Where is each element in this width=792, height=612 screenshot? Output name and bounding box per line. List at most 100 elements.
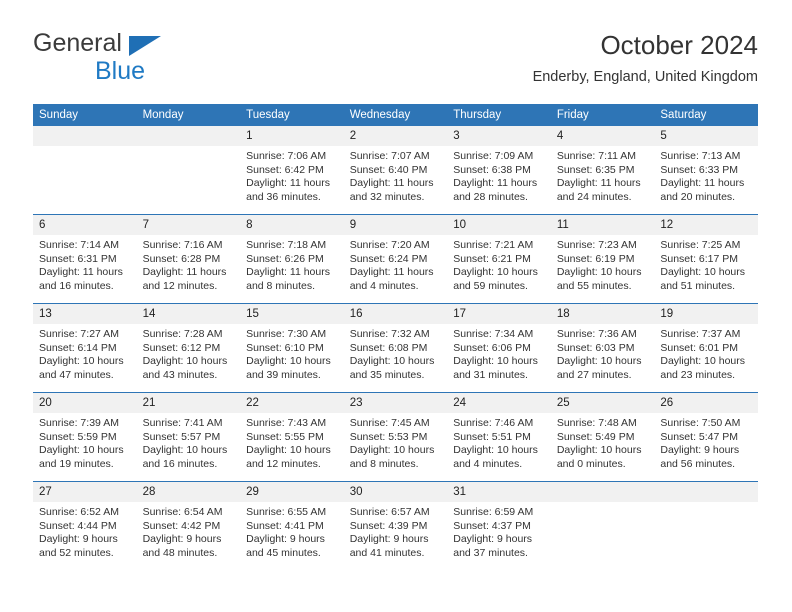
- calendar-day-cell[interactable]: 3 Sunrise: 7:09 AM Sunset: 6:38 PM Daylight…: [447, 126, 551, 215]
- calendar-day-cell-empty: [33, 126, 137, 215]
- calendar-header-row: Sunday Monday Tuesday Wednesday Thursday…: [33, 104, 758, 126]
- day-number: 1: [240, 126, 344, 146]
- day-details: Sunrise: 7:25 AM Sunset: 6:17 PM Daylight:…: [654, 235, 758, 293]
- day-details: Sunrise: 7:21 AM Sunset: 6:21 PM Daylight:…: [447, 235, 551, 293]
- brand-logo-row-top: General: [33, 28, 263, 58]
- calendar-day-cell[interactable]: 27 Sunrise: 6:52 AM Sunset: 4:44 PM Dayligh…: [33, 481, 137, 570]
- calendar-day-cell[interactable]: 30 Sunrise: 6:57 AM Sunset: 4:39 PM Dayligh…: [343, 481, 448, 570]
- daylight-text-line1: Daylight: 10 hours: [453, 355, 538, 368]
- day-number: 2: [343, 126, 448, 146]
- day-number: 11: [550, 215, 655, 235]
- calendar-day-cell[interactable]: 23 Sunrise: 7:45 AM Sunset: 5:53 PM Dayligh…: [343, 392, 448, 482]
- sunset-text: Sunset: 4:37 PM: [453, 519, 531, 532]
- calendar-day-cell[interactable]: 9 Sunrise: 7:20 AM Sunset: 6:24 PM Daylight…: [343, 214, 448, 304]
- sunrise-text: Sunrise: 7:30 AM: [246, 328, 327, 340]
- day-details: Sunrise: 7:13 AM Sunset: 6:33 PM Daylight:…: [654, 146, 758, 204]
- calendar-page: General Blue October 2024 Enderby, Engla…: [0, 0, 792, 612]
- sunset-text: Sunset: 6:33 PM: [660, 163, 739, 176]
- sunrise-text: Sunrise: 6:52 AM: [39, 506, 119, 518]
- calendar-day-cell[interactable]: 6 Sunrise: 7:14 AM Sunset: 6:31 PM Daylight…: [33, 214, 137, 304]
- calendar-day-cell[interactable]: 21 Sunrise: 7:41 AM Sunset: 5:57 PM Dayligh…: [136, 392, 241, 482]
- day-number: 16: [343, 304, 448, 324]
- sunrise-text: Sunrise: 7:28 AM: [142, 328, 223, 340]
- day-number: 5: [654, 126, 758, 146]
- calendar-day-cell[interactable]: 20 Sunrise: 7:39 AM Sunset: 5:59 PM Dayligh…: [33, 392, 137, 482]
- sunrise-text: Sunrise: 7:43 AM: [246, 417, 327, 429]
- day-details: Sunrise: 7:48 AM Sunset: 5:49 PM Daylight:…: [551, 413, 655, 471]
- calendar-day-cell[interactable]: 5 Sunrise: 7:13 AM Sunset: 6:33 PM Daylight…: [654, 126, 758, 215]
- calendar-day-cell[interactable]: 17 Sunrise: 7:34 AM Sunset: 6:06 PM Dayligh…: [447, 303, 551, 393]
- sunset-text: Sunset: 6:01 PM: [660, 341, 739, 354]
- calendar-week-row: 13 Sunrise: 7:27 AM Sunset: 6:14 PM Dayligh…: [33, 303, 758, 393]
- daylight-text-line1: Daylight: 11 hours: [246, 266, 330, 279]
- calendar-day-cell[interactable]: 10 Sunrise: 7:21 AM Sunset: 6:21 PM Dayligh…: [447, 214, 551, 304]
- daylight-text-line2: and 43 minutes.: [142, 368, 218, 381]
- calendar-day-cell[interactable]: 13 Sunrise: 7:27 AM Sunset: 6:14 PM Dayligh…: [33, 303, 137, 393]
- weekday-header-sunday: Sunday: [33, 104, 137, 126]
- calendar-day-cell[interactable]: 12 Sunrise: 7:25 AM Sunset: 6:17 PM Dayligh…: [654, 214, 758, 304]
- day-number: 25: [550, 393, 655, 413]
- day-number: 8: [240, 215, 344, 235]
- day-details: Sunrise: 7:36 AM Sunset: 6:03 PM Daylight:…: [551, 324, 655, 382]
- sunrise-text: Sunrise: 7:20 AM: [349, 239, 430, 251]
- brand-logo[interactable]: General Blue: [33, 28, 263, 90]
- day-number: [136, 126, 241, 146]
- calendar-day-cell[interactable]: 1 Sunrise: 7:06 AM Sunset: 6:42 PM Daylight…: [240, 126, 344, 215]
- sunset-text: Sunset: 5:55 PM: [246, 430, 324, 443]
- weekday-header-thursday: Thursday: [447, 104, 551, 126]
- sunrise-text: Sunrise: 6:57 AM: [349, 506, 430, 518]
- day-number: 6: [33, 215, 137, 235]
- calendar-day-cell[interactable]: 16 Sunrise: 7:32 AM Sunset: 6:08 PM Dayligh…: [343, 303, 448, 393]
- calendar-day-cell[interactable]: 7 Sunrise: 7:16 AM Sunset: 6:28 PM Daylight…: [136, 214, 241, 304]
- day-number: 10: [447, 215, 551, 235]
- daylight-text-line2: and 31 minutes.: [453, 368, 528, 381]
- calendar-day-cell[interactable]: 11 Sunrise: 7:23 AM Sunset: 6:19 PM Dayligh…: [550, 214, 655, 304]
- daylight-text-line1: Daylight: 10 hours: [556, 355, 642, 368]
- calendar-day-cell[interactable]: 2 Sunrise: 7:07 AM Sunset: 6:40 PM Daylight…: [343, 126, 448, 215]
- daylight-text-line2: and 12 minutes.: [142, 279, 218, 292]
- day-details: Sunrise: 7:30 AM Sunset: 6:10 PM Daylight:…: [240, 324, 344, 382]
- calendar-day-cell[interactable]: 4 Sunrise: 7:11 AM Sunset: 6:35 PM Daylight…: [550, 126, 655, 215]
- daylight-text-line2: and 4 minutes.: [349, 279, 419, 292]
- sunrise-text: Sunrise: 7:41 AM: [142, 417, 223, 429]
- daylight-text-line2: and 39 minutes.: [246, 368, 321, 381]
- calendar-day-cell[interactable]: 22 Sunrise: 7:43 AM Sunset: 5:55 PM Dayligh…: [240, 392, 344, 482]
- day-details: Sunrise: 7:20 AM Sunset: 6:24 PM Daylight:…: [344, 235, 448, 293]
- day-details: Sunrise: 7:45 AM Sunset: 5:53 PM Daylight:…: [344, 413, 448, 471]
- day-number: 23: [343, 393, 448, 413]
- daylight-text-line1: Daylight: 11 hours: [246, 177, 330, 190]
- calendar-day-cell[interactable]: 26 Sunrise: 7:50 AM Sunset: 5:47 PM Dayligh…: [654, 392, 758, 482]
- sunrise-text: Sunrise: 6:55 AM: [246, 506, 327, 518]
- calendar-day-cell[interactable]: 24 Sunrise: 7:46 AM Sunset: 5:51 PM Dayligh…: [447, 392, 551, 482]
- day-number: 20: [33, 393, 137, 413]
- calendar-day-cell[interactable]: 29 Sunrise: 6:55 AM Sunset: 4:41 PM Dayligh…: [240, 481, 344, 570]
- sunset-text: Sunset: 6:35 PM: [556, 163, 635, 176]
- day-details: Sunrise: 7:37 AM Sunset: 6:01 PM Daylight:…: [654, 324, 758, 382]
- sunset-text: Sunset: 6:42 PM: [246, 163, 324, 176]
- sunrise-text: Sunrise: 7:27 AM: [39, 328, 119, 340]
- calendar-day-cell[interactable]: 14 Sunrise: 7:28 AM Sunset: 6:12 PM Dayligh…: [136, 303, 241, 393]
- calendar-day-cell[interactable]: 19 Sunrise: 7:37 AM Sunset: 6:01 PM Dayligh…: [654, 303, 758, 393]
- daylight-text-line1: Daylight: 9 hours: [349, 533, 429, 546]
- daylight-text-line1: Daylight: 10 hours: [660, 355, 746, 368]
- sunset-text: Sunset: 6:06 PM: [453, 341, 531, 354]
- calendar-day-cell[interactable]: 31 Sunrise: 6:59 AM Sunset: 4:37 PM Dayligh…: [447, 481, 551, 570]
- sunset-text: Sunset: 4:41 PM: [246, 519, 324, 532]
- day-number: 9: [343, 215, 448, 235]
- calendar-day-cell[interactable]: 25 Sunrise: 7:48 AM Sunset: 5:49 PM Dayligh…: [550, 392, 655, 482]
- sunset-text: Sunset: 5:53 PM: [349, 430, 428, 443]
- sunrise-text: Sunrise: 7:46 AM: [453, 417, 534, 429]
- sunset-text: Sunset: 6:21 PM: [453, 252, 531, 265]
- sunrise-text: Sunrise: 7:09 AM: [453, 150, 534, 162]
- day-details: Sunrise: 7:28 AM Sunset: 6:12 PM Daylight:…: [137, 324, 241, 382]
- day-details: Sunrise: 7:50 AM Sunset: 5:47 PM Daylight:…: [654, 413, 758, 471]
- page-header: General Blue October 2024 Enderby, Engla…: [33, 28, 758, 98]
- calendar-day-cell[interactable]: 28 Sunrise: 6:54 AM Sunset: 4:42 PM Dayligh…: [136, 481, 241, 570]
- day-number: [550, 482, 655, 502]
- calendar-day-cell[interactable]: 8 Sunrise: 7:18 AM Sunset: 6:26 PM Daylight…: [240, 214, 344, 304]
- calendar-day-cell[interactable]: 18 Sunrise: 7:36 AM Sunset: 6:03 PM Dayligh…: [550, 303, 655, 393]
- day-number: 24: [447, 393, 551, 413]
- daylight-text-line1: Daylight: 10 hours: [39, 444, 124, 457]
- calendar-table: Sunday Monday Tuesday Wednesday Thursday…: [33, 104, 758, 570]
- calendar-day-cell[interactable]: 15 Sunrise: 7:30 AM Sunset: 6:10 PM Dayligh…: [240, 303, 344, 393]
